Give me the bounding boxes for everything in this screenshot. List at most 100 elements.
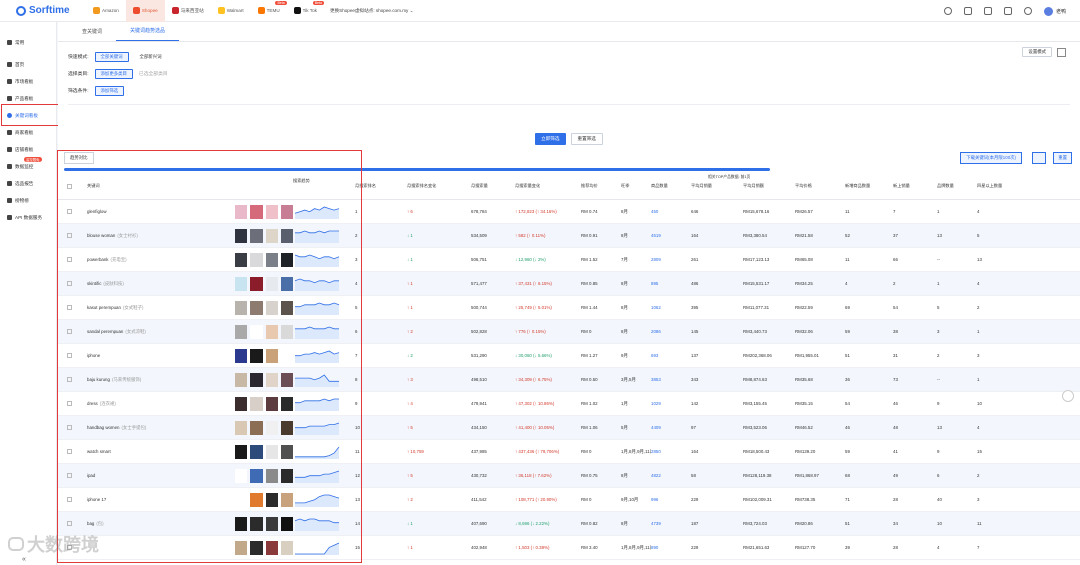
- settings-icon[interactable]: [943, 7, 952, 15]
- sidebar-item[interactable]: 商家看板: [0, 124, 56, 141]
- quick-option-new-keywords[interactable]: 全部新兴词: [135, 53, 167, 61]
- tab[interactable]: 查关键词: [68, 28, 116, 41]
- column-settings-button[interactable]: [1032, 152, 1046, 164]
- product-count[interactable]: 4409: [651, 425, 691, 430]
- platform-icon: [132, 7, 140, 14]
- column-header[interactable]: 四星以上数量: [977, 183, 1017, 189]
- new-product-count: 51: [845, 353, 850, 358]
- platform-label: TEMU: [266, 8, 280, 13]
- search-growth: ↑ 1,503 (↑ 0.38%): [515, 545, 550, 550]
- avg-monthly-sales: 646: [691, 209, 699, 214]
- product-count[interactable]: 693: [651, 353, 691, 358]
- folder-icon[interactable]: [983, 7, 992, 15]
- product-count[interactable]: 4519: [651, 233, 691, 238]
- add-filter-button[interactable]: 添加筛选: [94, 85, 125, 96]
- column-header[interactable]: 新增商品数量: [845, 183, 893, 189]
- column-header[interactable]: 旺季: [621, 183, 651, 189]
- sidebar-item[interactable]: 选品报告: [0, 175, 56, 192]
- product-count[interactable]: 4739: [651, 521, 691, 526]
- platform-tab[interactable]: 马来西亚站: [165, 0, 211, 22]
- watermark-logo-icon: [8, 537, 24, 551]
- sidebar-item[interactable]: 市场看板: [0, 73, 56, 90]
- user-menu[interactable]: 老鸭: [1043, 6, 1066, 16]
- platform-tab[interactable]: Amazon: [86, 0, 126, 22]
- sidebar-item[interactable]: 数据监控 监控限免: [0, 157, 56, 175]
- sidebar-item[interactable]: 常用: [0, 34, 56, 51]
- product-count[interactable]: 2086: [651, 329, 691, 334]
- logo[interactable]: Sorftime: [0, 5, 86, 16]
- new-sales: 31: [893, 353, 898, 358]
- column-header[interactable]: 新上销量: [893, 183, 937, 189]
- platform-tab[interactable]: Shopee: [125, 0, 165, 22]
- column-header[interactable]: 平均价格: [795, 183, 845, 189]
- sidebar-item[interactable]: API 数据服务: [0, 209, 56, 226]
- help-icon[interactable]: [1023, 7, 1032, 15]
- category-row: 选择类目: 添加更多类目 已选全部类目: [58, 65, 1080, 82]
- product-count[interactable]: 4822: [651, 473, 691, 478]
- platform-tab[interactable]: TEMU Beta: [251, 0, 287, 22]
- top-product-group-header[interactable]: 相关TOP产品数据: 前1页: [708, 175, 750, 180]
- search-growth: ↓ 8,696 (↓ 2.22%): [515, 521, 550, 526]
- search-growth: ↑ 37,431 (↑ 6.15%): [515, 281, 552, 286]
- brand-count: 13: [937, 233, 942, 238]
- four-star-count: 2: [977, 473, 980, 478]
- sidebar-item[interactable]: 店铺看板: [0, 141, 56, 158]
- quick-option-all-keywords[interactable]: 全部关键词: [94, 51, 129, 62]
- beta-badge: Beta: [312, 0, 324, 5]
- add-category-button[interactable]: 添加更多类目: [94, 68, 133, 79]
- avg-price: RM1,955.01: [795, 353, 819, 358]
- monthly-searches: 402,948: [471, 545, 487, 550]
- tab[interactable]: 关键词趋势选品: [116, 27, 180, 41]
- product-count[interactable]: 3853: [651, 377, 691, 382]
- column-header[interactable]: 品牌数量: [937, 183, 977, 189]
- avg-monthly-revenue: RM17,123.13: [743, 257, 770, 262]
- expand-icon[interactable]: [1057, 47, 1066, 57]
- avg-price: RM35.68: [795, 377, 813, 382]
- column-header[interactable]: 月搜索量: [471, 183, 515, 189]
- new-product-count: 69: [845, 305, 850, 310]
- collapse-icon[interactable]: «: [22, 556, 26, 563]
- column-header[interactable]: 平均月销量: [691, 183, 743, 189]
- floating-refresh-icon[interactable]: [1062, 390, 1074, 402]
- history-icon[interactable]: [963, 7, 972, 15]
- rank-change: ↑ 1: [407, 545, 413, 550]
- product-count[interactable]: 996: [651, 497, 691, 502]
- column-header[interactable]: 月搜索排名变化: [407, 183, 471, 189]
- sidebar-item[interactable]: 首页: [0, 56, 56, 73]
- avg-monthly-revenue: RM3,380.54: [743, 233, 767, 238]
- product-count[interactable]: 2850: [651, 449, 691, 454]
- download-keywords-button[interactable]: 下载关键词(本月限100次): [960, 152, 1022, 164]
- peak-season: 5月: [621, 424, 628, 430]
- recommended-price: RM 0.50: [581, 377, 598, 382]
- platform-tab[interactable]: Walmart: [211, 0, 251, 22]
- sidebar-item[interactable]: 榜物榜: [0, 192, 56, 209]
- product-count[interactable]: 450: [651, 209, 691, 214]
- reset-table-button[interactable]: 重置: [1053, 152, 1072, 164]
- reset-filter-button[interactable]: 重置筛选: [570, 133, 603, 145]
- message-icon[interactable]: [1003, 7, 1012, 15]
- peak-season: 7月: [621, 256, 628, 262]
- product-count[interactable]: 890: [651, 545, 691, 550]
- column-header[interactable]: 推荐均价: [581, 183, 621, 189]
- four-star-count: 10: [977, 401, 982, 406]
- column-header[interactable]: 平均月销额: [743, 183, 795, 189]
- set-mode-button[interactable]: 设置模式: [1022, 47, 1052, 57]
- product-count[interactable]: 2809: [651, 257, 691, 262]
- recommended-price: RM 0: [581, 329, 592, 334]
- platform-tab[interactable]: Tik Tok Beta: [287, 0, 324, 22]
- site-select[interactable]: 更换Shopee虚拟站点: shopee.com.my ⌄: [324, 8, 414, 14]
- four-star-count: 3: [977, 497, 980, 502]
- apply-filter-button[interactable]: 立即筛选: [535, 133, 566, 145]
- new-product-count: 51: [845, 521, 850, 526]
- avg-price: RM34.25: [795, 281, 813, 286]
- product-count[interactable]: 1062: [651, 305, 691, 310]
- column-header[interactable]: 月搜索量变化: [515, 183, 581, 189]
- avg-price: RM46.52: [795, 425, 813, 430]
- avg-monthly-revenue: RM18,500.43: [743, 449, 770, 454]
- divider: [68, 104, 1070, 105]
- monthly-searches: 479,941: [471, 401, 487, 406]
- column-header[interactable]: 商品数量: [651, 183, 691, 189]
- product-count[interactable]: 895: [651, 281, 691, 286]
- four-star-count: 3: [977, 353, 980, 358]
- product-count[interactable]: 1029: [651, 401, 691, 406]
